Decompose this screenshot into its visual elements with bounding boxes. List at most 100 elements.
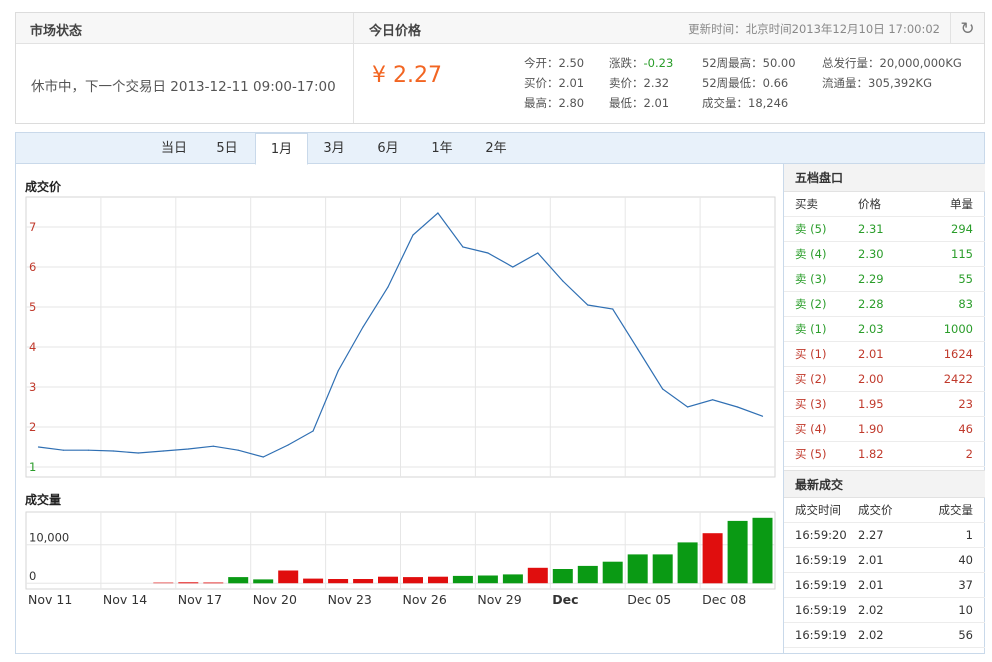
order-book-row: 买 (4) 1.90 46 [784,417,985,442]
trade-time: 16:59:19 [795,553,847,567]
order-price: 1.95 [858,397,884,411]
order-side: 买 (2) [795,372,827,386]
market-summary-panel: 市场状态 今日价格 更新时间：北京时间2013年12月10日 17:00:02 … [15,12,985,124]
header-time: 成交时间 [795,503,841,517]
panel-divider [353,13,354,123]
stat-item: 52周最高：50.00 [702,55,796,71]
stat-label: 涨跌： [609,56,644,70]
trade-price: 2.01 [858,553,884,567]
order-price: 2.01 [858,347,884,361]
order-book-row: 卖 (4) 2.30 115 [784,242,985,267]
order-qty: 294 [951,222,973,236]
price-point [162,450,164,452]
price-point [562,280,564,282]
volume-bar [602,561,623,584]
volume-bar [677,542,698,584]
price-point [687,406,689,408]
x-tick-label: Nov 20 [253,592,297,607]
order-side: 买 (3) [795,397,827,411]
price-point [662,388,664,390]
price-point [37,446,40,448]
order-qty: 1000 [943,322,973,336]
order-book-row: 卖 (1) 2.03 1000 [784,317,985,342]
order-side: 卖 (5) [795,222,827,236]
trade-qty: 1 [965,528,973,542]
price-point [337,370,339,372]
x-tick-label: Nov 17 [178,592,222,607]
order-qty: 83 [958,297,973,311]
volume-bar [702,533,723,584]
price-point [437,212,439,214]
order-book-row: 卖 (3) 2.29 55 [784,267,985,292]
volume-bar [178,582,199,584]
price-tick-label: 6 [29,260,36,274]
price-point [487,252,489,254]
price-stats: 今开：2.50 涨跌：-0.23 52周最高：50.00 总发行量：20,000,00… [524,55,974,119]
volume-bar [303,578,324,584]
x-tick-label: Dec 08 [702,592,746,607]
stat-item: 今开：2.50 [524,55,584,71]
order-qty: 23 [958,397,973,411]
stat-label: 最高： [524,96,559,110]
order-side: 卖 (2) [795,297,827,311]
update-time: 更新时间：北京时间2013年12月10日 17:00:02 [688,22,940,36]
price-tick-label: 4 [29,340,36,354]
volume-bar [627,554,648,584]
trade-price: 2.27 [858,528,884,542]
stat-value: 305,392KG [868,76,933,90]
order-qty: 1624 [943,347,973,361]
trade-qty: 10 [958,603,973,617]
stat-item: 总发行量：20,000,000KG [822,55,962,71]
stat-label: 总发行量： [822,56,880,70]
order-qty: 55 [958,272,973,286]
x-tick-label: Nov 23 [328,592,372,607]
volume-bar [652,554,673,584]
summary-header: 市场状态 今日价格 更新时间：北京时间2013年12月10日 17:00:02 … [16,13,984,44]
trade-price: 2.02 [858,628,884,642]
volume-bar [378,576,398,584]
order-qty: 46 [958,422,973,436]
order-price: 2.31 [858,222,884,236]
order-price: 2.30 [858,247,884,261]
order-book-row: 卖 (2) 2.28 83 [784,292,985,317]
stat-label: 流通量： [822,76,868,90]
stat-value: 2.50 [558,56,585,70]
stat-item: 卖价：2.32 [609,75,669,91]
order-price: 2.28 [858,297,884,311]
stat-value: 50.00 [762,56,796,70]
header-trade-price: 成交价 [858,503,893,517]
order-book-row: 买 (3) 1.95 23 [784,392,985,417]
volume-bar [278,570,299,584]
stat-item: 52周最低：0.66 [702,75,788,91]
price-point [87,449,89,451]
trade-row: 16:59:19 2.02 56 [784,623,985,648]
volume-bar [552,569,573,584]
volume-bar [727,520,748,584]
trade-time: 16:59:19 [795,578,847,592]
price-point [262,456,264,458]
volume-bar [428,576,448,584]
stat-item: 买价：2.01 [524,75,584,91]
trade-price: 2.02 [858,603,884,617]
price-point [712,399,714,401]
price-point [187,448,189,450]
refresh-button[interactable]: ↻ [950,13,984,44]
order-book-header: 买卖 价格 单量 [784,192,985,217]
price-point [212,445,214,447]
price-tick-label: 5 [29,300,36,314]
stat-value: 2.01 [643,96,670,110]
order-price: 2.00 [858,372,884,386]
volume-bar [577,565,598,584]
price-point [412,234,414,236]
volume-bar [527,567,548,584]
price-volume-chart: 1 2 3 4 5 6 7 0 10,000 Nov 11 Nov 14 Nov 17 Nov 20 No… [25,196,776,607]
chart-panel: 当日 5日 1月 3月 6月 1年 2年 成交价 成交量 1 2 3 4 5 6 7 0 10,000 Nov… [15,132,985,654]
order-price: 1.90 [858,422,884,436]
price-tick-label: 2 [29,420,36,434]
price-tick-label: 1 [29,460,36,474]
trade-time: 16:59:19 [795,628,847,642]
order-book-title: 五档盘口 [784,164,985,192]
volume-tick-label: 0 [29,569,36,583]
trade-qty: 56 [958,628,973,642]
trade-time: 16:59:20 [795,528,847,542]
